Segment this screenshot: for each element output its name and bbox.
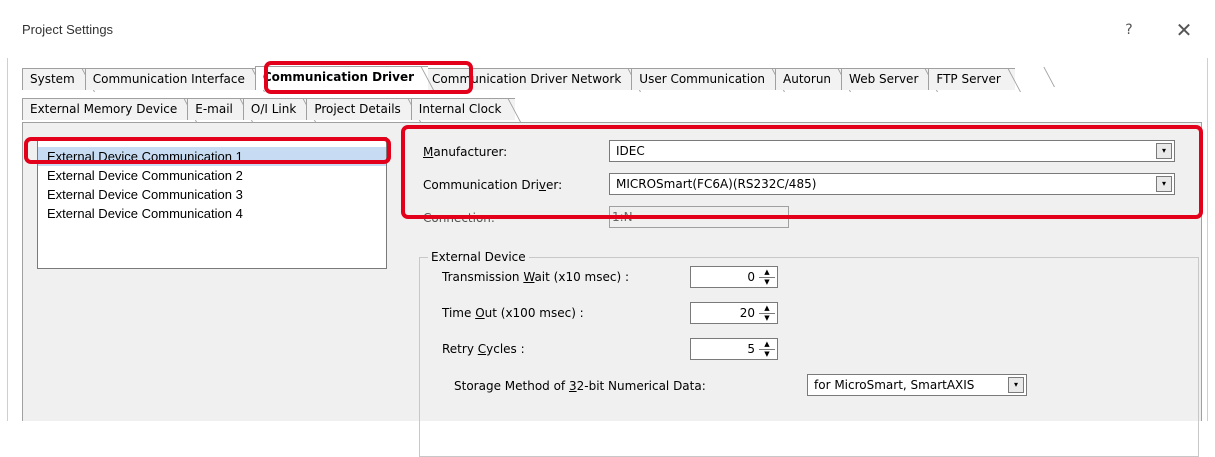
chevron-down-icon[interactable]: ▾ xyxy=(1156,176,1172,192)
storage-label-pre: Storage Method of xyxy=(454,379,569,393)
tab-ftp-server[interactable]: FTP Server xyxy=(928,68,1015,90)
manufacturer-value: IDEC xyxy=(616,144,645,158)
timeout-value: 20 xyxy=(739,306,755,320)
timeout-label-rest: ut (x100 msec) : xyxy=(484,306,584,320)
tab-row-filler xyxy=(1011,68,1071,90)
storage-method-value: for MicroSmart, SmartAXIS xyxy=(814,378,975,392)
window-title: Project Settings xyxy=(22,22,114,37)
list-item-device-2[interactable]: External Device Communication 2 xyxy=(38,166,386,185)
timeout-label-pre: Time xyxy=(442,306,476,320)
transmission-wait-value: 0 xyxy=(747,270,755,284)
transmission-wait-label: Transmission Wait (x10 msec) : xyxy=(442,270,629,284)
spin-up-icon[interactable]: ▲ xyxy=(759,340,775,349)
driver-label-text-pre: Communication Dri xyxy=(423,178,539,192)
dialog-border-right xyxy=(1207,58,1208,421)
tab-internal-clock[interactable]: Internal Clock xyxy=(410,98,516,120)
external-device-group-title: External Device xyxy=(428,250,529,264)
communication-driver-label: Communication Driver: xyxy=(423,178,562,192)
transmission-wait-stepper[interactable]: 0 ▲ ▼ xyxy=(690,266,778,288)
spin-down-icon[interactable]: ▼ xyxy=(759,349,775,358)
driver-label-mnemonic: v xyxy=(538,178,547,192)
dialog-border-left xyxy=(7,58,8,421)
communication-driver-select[interactable]: MICROSmart(FC6A)(RS232C/485) ▾ xyxy=(609,173,1175,195)
tab-user-communication[interactable]: User Communication xyxy=(631,68,780,90)
tab-system[interactable]: System xyxy=(22,68,89,90)
tab-row-2: External Memory Device E-mail O/I Link P… xyxy=(22,96,516,120)
tab-strip: System Communication Interface Communica… xyxy=(22,66,1202,122)
close-icon[interactable]: ✕ xyxy=(1168,14,1200,46)
list-item-device-3[interactable]: External Device Communication 3 xyxy=(38,185,386,204)
title-bar: Project Settings ? ✕ xyxy=(0,0,1215,58)
external-device-group: External Device Transmission Wait (x10 m… xyxy=(419,250,1199,457)
spin-up-icon[interactable]: ▲ xyxy=(759,268,775,277)
tab-row-1: System Communication Interface Communica… xyxy=(22,66,1067,90)
chevron-down-icon[interactable]: ▾ xyxy=(1156,143,1172,159)
tab-communication-driver[interactable]: Communication Driver xyxy=(254,66,429,90)
manufacturer-label-text: anufacturer: xyxy=(433,145,508,159)
retry-label-mnemonic: C xyxy=(477,342,487,356)
spin-buttons[interactable]: ▲ ▼ xyxy=(759,340,775,358)
spin-down-icon[interactable]: ▼ xyxy=(759,277,775,286)
help-button[interactable]: ? xyxy=(1113,14,1145,46)
retry-label-rest: ycles : xyxy=(486,342,525,356)
chevron-down-icon[interactable]: ▾ xyxy=(1008,377,1024,393)
list-item-device-1[interactable]: External Device Communication 1 xyxy=(38,147,386,166)
driver-label-text-rest: er: xyxy=(546,178,563,192)
communication-driver-value: MICROSmart(FC6A)(RS232C/485) xyxy=(616,177,817,191)
storage-label-mnemonic: 3 xyxy=(568,379,577,393)
tab-project-details[interactable]: Project Details xyxy=(306,98,415,120)
tab-oi-link[interactable]: O/I Link xyxy=(242,98,311,120)
manufacturer-label-mnemonic: M xyxy=(423,145,434,159)
list-item-device-4[interactable]: External Device Communication 4 xyxy=(38,204,386,223)
tab-communication-driver-network[interactable]: Communication Driver Network xyxy=(424,68,636,90)
spin-buttons[interactable]: ▲ ▼ xyxy=(759,268,775,286)
tab-e-mail[interactable]: E-mail xyxy=(187,98,247,120)
project-settings-dialog: Project Settings ? ✕ System Communicatio… xyxy=(0,0,1215,457)
storage-label-rest: 2-bit Numerical Data: xyxy=(576,379,706,393)
transmission-wait-label-mnemonic: W xyxy=(523,270,535,284)
spin-buttons[interactable]: ▲ ▼ xyxy=(759,304,775,322)
storage-method-label: Storage Method of 32-bit Numerical Data: xyxy=(454,379,706,393)
manufacturer-label: Manufacturer: xyxy=(423,145,507,159)
transmission-wait-label-pre: Transmission xyxy=(442,270,524,284)
transmission-wait-label-rest: ait (x10 msec) : xyxy=(534,270,629,284)
spin-down-icon[interactable]: ▼ xyxy=(759,313,775,322)
connection-field: 1:N xyxy=(609,206,789,228)
spin-up-icon[interactable]: ▲ xyxy=(759,304,775,313)
tab-communication-interface[interactable]: Communication Interface xyxy=(84,68,259,90)
retry-cycles-stepper[interactable]: 5 ▲ ▼ xyxy=(690,338,778,360)
retry-label-pre: Retry xyxy=(442,342,478,356)
timeout-label-mnemonic: O xyxy=(475,306,485,320)
tab-autorun[interactable]: Autorun xyxy=(775,68,846,90)
tab-external-memory-device[interactable]: External Memory Device xyxy=(22,98,192,120)
timeout-label: Time Out (x100 msec) : xyxy=(442,306,584,320)
connection-value: 1:N xyxy=(612,210,633,224)
device-list[interactable]: External Device Communication 1 External… xyxy=(37,137,387,269)
retry-cycles-value: 5 xyxy=(747,342,755,356)
timeout-stepper[interactable]: 20 ▲ ▼ xyxy=(690,302,778,324)
storage-method-select[interactable]: for MicroSmart, SmartAXIS ▾ xyxy=(807,374,1027,396)
tab-panel-communication-driver: External Device Communication 1 External… xyxy=(22,122,1202,457)
retry-cycles-label: Retry Cycles : xyxy=(442,342,525,356)
connection-label: Connection: xyxy=(423,211,495,225)
tab-web-server[interactable]: Web Server xyxy=(841,68,933,90)
manufacturer-select[interactable]: IDEC ▾ xyxy=(609,140,1175,162)
